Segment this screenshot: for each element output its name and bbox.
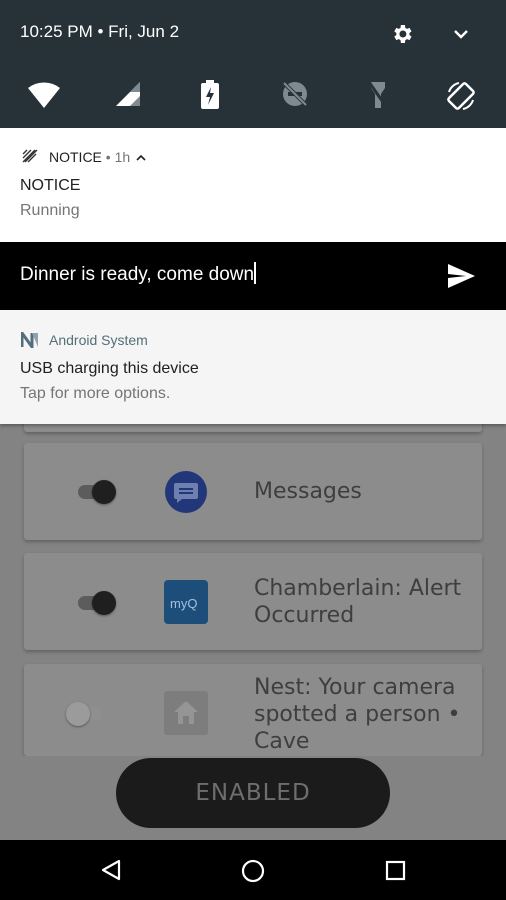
gear-icon[interactable] xyxy=(390,22,414,46)
toggle-thumb[interactable] xyxy=(92,480,116,504)
card-label: Chamberlain: Alert Occurred xyxy=(254,576,462,628)
back-icon[interactable] xyxy=(100,859,122,881)
auto-rotate-icon[interactable] xyxy=(445,80,477,112)
flashlight-off-icon[interactable] xyxy=(367,80,389,110)
wifi-icon[interactable] xyxy=(27,80,61,110)
card-messages[interactable]: Messages xyxy=(24,443,482,540)
battery-charging-icon[interactable] xyxy=(200,80,220,110)
inline-reply-bar: Dinner is ready, come down xyxy=(0,242,506,310)
quick-settings-header: 10:25 PM • Fri, Jun 2 xyxy=(0,0,506,128)
android-n-icon xyxy=(21,332,38,348)
home-app-icon xyxy=(164,691,208,735)
messages-icon xyxy=(165,471,207,513)
reply-input[interactable]: Dinner is ready, come down xyxy=(20,262,420,286)
card-label: Messages xyxy=(254,479,362,504)
send-icon[interactable] xyxy=(448,264,475,288)
text-caret xyxy=(254,262,257,284)
android-system-text: Tap for more options. xyxy=(20,385,171,402)
time-date: 10:25 PM • Fri, Jun 2 xyxy=(20,22,180,41)
toggle-thumb[interactable] xyxy=(66,702,90,726)
chevron-down-icon[interactable] xyxy=(452,27,470,41)
notice-notification[interactable]: NOTICE • 1h NOTICE Running xyxy=(0,128,506,242)
recents-icon[interactable] xyxy=(385,860,406,881)
svg-text:myQ: myQ xyxy=(170,596,197,611)
navigation-bar xyxy=(0,840,506,900)
android-system-title: USB charging this device xyxy=(20,360,199,377)
notice-age: • 1h xyxy=(105,149,131,165)
notice-app-icon xyxy=(22,149,38,163)
notice-text: Running xyxy=(20,202,80,219)
signal-icon[interactable] xyxy=(114,80,142,108)
home-icon[interactable] xyxy=(241,859,265,883)
notice-title: NOTICE xyxy=(20,177,81,194)
chevron-up-icon[interactable] xyxy=(136,154,146,161)
enabled-button[interactable]: ENABLED xyxy=(116,758,390,828)
notice-header: NOTICE • 1h xyxy=(49,149,146,165)
card-nest[interactable]: Nest: Your camera spotted a person • Cav… xyxy=(24,664,482,756)
notice-app-name: NOTICE xyxy=(49,149,102,165)
toggle-thumb[interactable] xyxy=(92,591,116,615)
dnd-off-icon[interactable] xyxy=(281,80,309,108)
android-system-app-name: Android System xyxy=(49,332,148,348)
myq-icon: myQ xyxy=(164,580,208,624)
card-label: Nest: Your camera spotted a person • Cav… xyxy=(254,675,461,754)
android-system-notification[interactable]: Android System USB charging this device … xyxy=(0,310,506,424)
card-chamberlain[interactable]: myQ Chamberlain: Alert Occurred xyxy=(24,553,482,650)
